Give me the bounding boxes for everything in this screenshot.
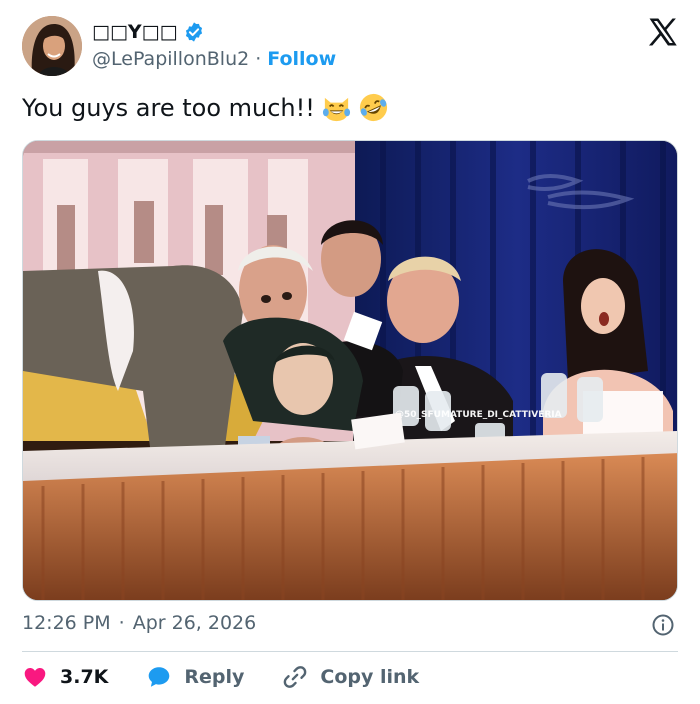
tweet-date[interactable]: Apr 26, 2026: [133, 612, 257, 634]
follow-button[interactable]: Follow: [267, 48, 336, 70]
cat-tears-of-joy-emoji-icon: [322, 97, 350, 122]
link-icon: [284, 666, 307, 688]
author-handle-row: @LePapillonBlu2 · Follow: [92, 48, 336, 70]
author-name-text[interactable]: □□Y□□: [92, 21, 178, 43]
tweet-time[interactable]: 12:26 PM: [22, 612, 111, 634]
tweet-media-image[interactable]: @50_SFUMATURE_DI_CATTIVERIA: [22, 140, 678, 601]
media-watermark: @50_SFUMATURE_DI_CATTIVERIA: [395, 410, 562, 420]
handle-separator: ·: [255, 48, 262, 70]
tweet-body: You guys are too much!!: [22, 93, 315, 122]
reply-label: Reply: [184, 666, 245, 688]
tweet-embed: □□Y□□ @LePapillonBlu2 · Follow You guys …: [0, 0, 700, 704]
avatar[interactable]: [22, 16, 82, 76]
reply-button[interactable]: Reply: [146, 664, 244, 690]
verified-badge-icon: [185, 22, 202, 42]
copy-link-label: Copy link: [320, 666, 420, 688]
tweet-timestamp[interactable]: 12:26 PM · Apr 26, 2026: [22, 612, 256, 634]
tweet-actions: 3.7K Reply Copy link: [22, 662, 457, 692]
like-count: 3.7K: [60, 666, 109, 688]
speech-bubble-icon: [149, 667, 170, 687]
rolling-on-floor-laughing-emoji-icon: [359, 93, 387, 122]
author-handle[interactable]: @LePapillonBlu2: [92, 48, 249, 70]
heart-icon: [24, 668, 46, 687]
divider: [22, 651, 678, 652]
tweet-text: You guys are too much!!: [22, 92, 389, 123]
timestamp-separator: ·: [118, 612, 125, 634]
info-icon[interactable]: [651, 613, 675, 637]
copy-link-button[interactable]: Copy link: [282, 664, 419, 690]
author-display-name[interactable]: □□Y□□: [92, 21, 205, 43]
like-button[interactable]: 3.7K: [22, 664, 108, 690]
x-logo-icon[interactable]: [646, 15, 680, 49]
